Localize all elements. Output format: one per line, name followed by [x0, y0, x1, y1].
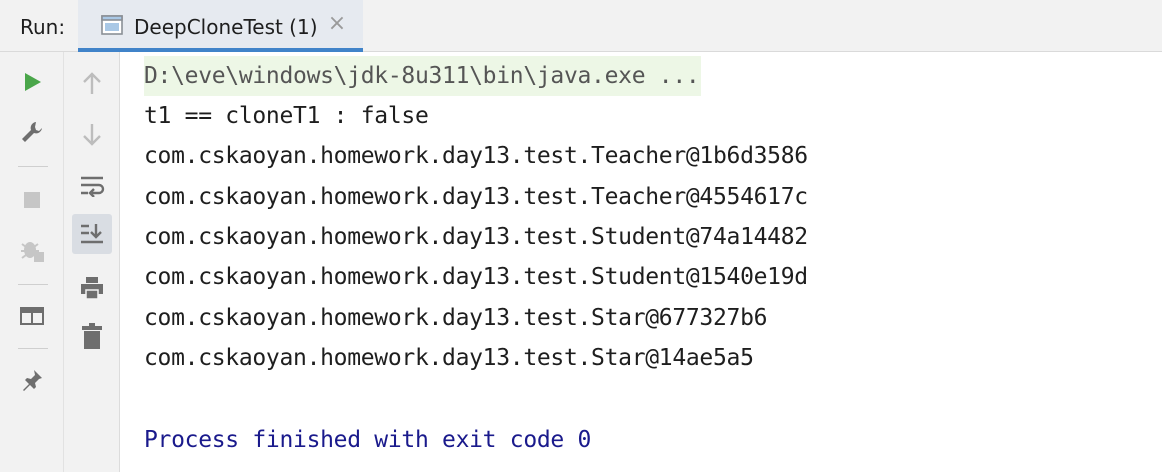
console-actions-toolbar	[64, 52, 120, 472]
separator	[18, 166, 48, 167]
console-line: t1 == cloneT1 : false	[144, 103, 429, 129]
console-line: com.cskaoyan.homework.day13.test.Student…	[144, 264, 808, 290]
console-output[interactable]: D:\eve\windows\jdk-8u311\bin\java.exe ..…	[120, 52, 1162, 472]
console-line: com.cskaoyan.homework.day13.test.Star@67…	[144, 305, 768, 331]
console-line: com.cskaoyan.homework.day13.test.Teacher…	[144, 184, 808, 210]
console-command-line: D:\eve\windows\jdk-8u311\bin\java.exe ..…	[144, 56, 702, 96]
rerun-icon[interactable]	[12, 62, 52, 102]
console-line: com.cskaoyan.homework.day13.test.Star@14…	[144, 345, 754, 371]
run-label: Run:	[20, 15, 66, 39]
separator	[18, 284, 48, 285]
tab-deepclonetest[interactable]: DeepCloneTest (1) ×	[78, 0, 363, 52]
console-line: com.cskaoyan.homework.day13.test.Student…	[144, 224, 808, 250]
console-tab-icon	[100, 13, 124, 37]
separator	[18, 348, 48, 349]
layout-icon[interactable]	[12, 296, 52, 336]
pin-icon[interactable]	[12, 360, 52, 400]
arrow-down-icon[interactable]	[72, 114, 112, 154]
soft-wrap-icon[interactable]	[72, 166, 112, 206]
trash-icon[interactable]	[72, 316, 112, 356]
wrench-icon[interactable]	[12, 112, 52, 152]
process-exit-message: Process finished with exit code 0	[144, 427, 592, 453]
console-line: com.cskaoyan.homework.day13.test.Teacher…	[144, 143, 808, 169]
run-tool-window-header: Run: DeepCloneTest (1) ×	[0, 0, 1162, 52]
arrow-up-icon[interactable]	[72, 64, 112, 104]
tab-title: DeepCloneTest (1)	[134, 15, 318, 39]
stop-icon[interactable]	[12, 180, 52, 220]
print-icon[interactable]	[72, 268, 112, 308]
scroll-to-end-icon[interactable]	[72, 214, 112, 254]
debug-attach-icon[interactable]	[12, 230, 52, 270]
run-actions-toolbar	[0, 52, 64, 472]
close-tab-icon[interactable]: ×	[327, 13, 347, 35]
